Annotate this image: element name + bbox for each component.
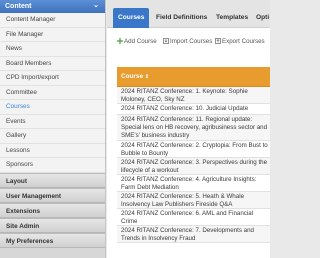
sidebar-item-courses[interactable]: Courses <box>0 100 105 115</box>
table-row[interactable]: 2024 RITANZ Conference: 10. Judicial Upd… <box>117 104 270 115</box>
table-body: 2024 RITANZ Conference: 1. Keynote: Soph… <box>117 87 270 243</box>
sidebar-item-events[interactable]: Events <box>0 114 105 129</box>
sidebar-header-content[interactable]: Content ⌄ <box>0 0 105 13</box>
sidebar-item-gallery[interactable]: Gallery <box>0 129 105 144</box>
sidebar-section-site-admin[interactable]: Site Admin <box>0 217 105 233</box>
tab-options[interactable]: Opti <box>251 8 274 28</box>
table-row[interactable]: 2024 RITANZ Conference: 4. Agriculture I… <box>117 175 270 192</box>
column-header-label: Course <box>121 73 144 80</box>
sort-icon: ⇕ <box>144 74 150 80</box>
courses-table: Course ⇕ 2024 RITANZ Conference: 1. Keyn… <box>117 67 270 258</box>
sidebar-item-file-manager[interactable]: File Manager <box>0 27 105 42</box>
tab-templates[interactable]: Templates <box>211 8 253 28</box>
export-icon <box>215 38 221 44</box>
sidebar-item-sponsors[interactable]: Sponsors <box>0 158 105 173</box>
export-courses-button[interactable]: Export Courses <box>215 37 265 47</box>
main-panel: Courses Field Definitions Templates Opti… <box>107 0 270 258</box>
chevron-down-icon: ⌄ <box>93 2 99 9</box>
sidebar-item-cpd-import-export[interactable]: CPD Import/export <box>0 71 105 86</box>
sidebar-section-extensions[interactable]: Extensions <box>0 202 105 218</box>
table-row[interactable]: 2024 RITANZ Conference: 1. Keynote: Soph… <box>117 87 270 104</box>
tab-field-definitions[interactable]: Field Definitions <box>151 8 212 28</box>
sidebar-section-layout[interactable]: Layout <box>0 172 105 188</box>
sidebar-item-lessons[interactable]: Lessons <box>0 143 105 158</box>
courses-toolbar: Add Course Import Courses Export Courses <box>107 35 307 51</box>
sidebar-item-committee[interactable]: Committee <box>0 85 105 100</box>
tab-courses[interactable]: Courses <box>113 8 150 28</box>
import-courses-label: Import Courses <box>170 38 213 45</box>
table-row[interactable]: 2024 RITANZ Conference: 5. Heath & Whale… <box>117 191 270 209</box>
tab-bar: Courses Field Definitions Templates Opti <box>107 0 270 28</box>
table-row[interactable]: 2024 RITANZ Conference: 2. Cryptopia: Fr… <box>117 141 270 158</box>
add-course-label: Add Course <box>124 38 157 45</box>
plus-icon <box>117 38 123 44</box>
sidebar-item-content-manager[interactable]: Content Manager <box>0 13 105 28</box>
import-icon <box>163 38 169 44</box>
table-row[interactable]: 2024 RITANZ Conference: 11. Regional upd… <box>117 114 270 141</box>
table-row[interactable]: 2024 RITANZ Conference: 7. Developments … <box>117 225 270 243</box>
add-course-button[interactable]: Add Course <box>117 37 157 47</box>
sidebar: Content ⌄ Content Manager File Manager N… <box>0 0 106 258</box>
table-row[interactable]: 2024 RITANZ Conference: 3. Perspectives … <box>117 157 270 175</box>
sidebar-item-news[interactable]: News <box>0 42 105 57</box>
import-courses-button[interactable]: Import Courses <box>163 37 212 47</box>
sidebar-content-list: Content Manager File Manager News Board … <box>0 13 105 173</box>
sidebar-section-user-management[interactable]: User Management <box>0 187 105 203</box>
table-row[interactable]: 2024 RITANZ Conference: 6. AML and Finan… <box>117 209 270 226</box>
sidebar-item-board-members[interactable]: Board Members <box>0 56 105 71</box>
export-courses-label: Export Courses <box>222 38 265 45</box>
sidebar-section-my-preferences[interactable]: My Preferences <box>0 232 105 248</box>
table-header-course[interactable]: Course ⇕ <box>117 67 270 87</box>
sidebar-header-label: Content <box>5 3 32 10</box>
